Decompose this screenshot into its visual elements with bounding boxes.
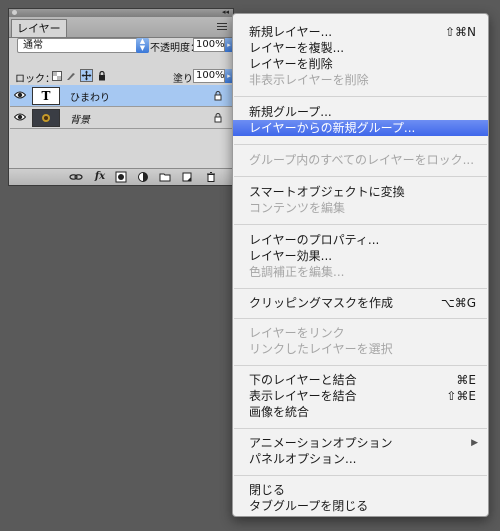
menu-item-link-layers[interactable]: レイヤーをリンク	[233, 325, 488, 341]
adjustment-icon[interactable]	[137, 171, 149, 183]
lock-brush-icon[interactable]	[66, 71, 76, 81]
menu-separator	[234, 365, 487, 366]
menu-item-merge-visible[interactable]: 表示レイヤーを結合 ⇧⌘E	[233, 388, 488, 404]
text-layer-thumbnail: T	[32, 87, 60, 105]
trash-icon[interactable]	[205, 171, 217, 183]
menu-item-panel-options[interactable]: パネルオプション...	[233, 451, 488, 467]
new-layer-icon[interactable]	[181, 171, 193, 183]
menu-item-label: 新規レイヤー...	[249, 25, 333, 39]
menu-item-animation-options[interactable]: アニメーションオプション ▶	[233, 435, 488, 451]
menu-item-new-group-from-layers[interactable]: レイヤーからの新規グループ...	[233, 120, 488, 136]
menu-item-close-tab-group[interactable]: タブグループを閉じる	[233, 498, 488, 514]
tab-layers[interactable]: レイヤー	[11, 19, 67, 37]
menu-item-close[interactable]: 閉じる	[233, 482, 488, 498]
shortcut-label: ⌘E	[456, 373, 476, 387]
menu-separator	[234, 176, 487, 177]
submenu-arrow-icon: ▶	[471, 438, 478, 448]
menu-item-create-clipping-mask[interactable]: クリッピングマスクを作成 ⌥⌘G	[233, 295, 488, 311]
menu-separator	[234, 475, 487, 476]
menu-item-lock-all-layers-in-group[interactable]: グループ内のすべてのレイヤーをロック...	[233, 152, 488, 168]
layer-lock-icon	[214, 113, 222, 123]
opacity-input[interactable]: 100%	[193, 38, 225, 52]
menu-separator	[234, 428, 487, 429]
menu-separator	[234, 96, 487, 97]
menu-separator	[234, 144, 487, 145]
panel-menu-icon[interactable]	[215, 20, 229, 34]
menu-item-edit-adjustment[interactable]: 色調補正を編集...	[233, 264, 488, 280]
blend-mode-select[interactable]: 通常 ▲ ▼	[17, 38, 149, 53]
menu-item-convert-to-smart-object[interactable]: スマートオブジェクトに変換	[233, 184, 488, 200]
shortcut-label: ⌥⌘G	[440, 296, 476, 310]
menu-item-layer-properties[interactable]: レイヤーのプロパティ...	[233, 232, 488, 248]
panel-bottom-bar: fx	[9, 168, 233, 185]
layer-name[interactable]: 背景	[70, 111, 90, 126]
menu-item-label: 下のレイヤーと結合	[249, 373, 357, 387]
layer-row-background[interactable]: 背景	[10, 107, 234, 129]
menu-separator	[234, 318, 487, 319]
menu-item-flatten-image[interactable]: 画像を統合	[233, 404, 488, 420]
menu-item-delete-layer[interactable]: レイヤーを削除	[233, 56, 488, 72]
fx-icon[interactable]: fx	[94, 171, 106, 183]
lock-all-icon[interactable]	[97, 71, 107, 81]
blend-mode-value: 通常	[23, 40, 43, 51]
menu-item-delete-hidden-layers[interactable]: 非表示レイヤーを削除	[233, 72, 488, 88]
lock-label: ロック：	[15, 74, 55, 85]
layers-panel-menu: 新規レイヤー... ⇧⌘N レイヤーを複製... レイヤーを削除 非表示レイヤー…	[232, 13, 489, 517]
mask-icon[interactable]	[115, 171, 127, 183]
shortcut-label: ⇧⌘E	[446, 389, 476, 403]
menu-item-new-layer[interactable]: 新規レイヤー... ⇧⌘N	[233, 24, 488, 40]
menu-item-label: クリッピングマスクを作成	[249, 296, 394, 310]
image-layer-thumbnail	[32, 109, 60, 127]
visibility-eye-icon[interactable]	[14, 90, 26, 100]
menu-item-duplicate-layer[interactable]: レイヤーを複製...	[233, 40, 488, 56]
layers-panel: ◂◂ レイヤー 通常 ▲ ▼ 不透明度： 100% ▸ ロック： 塗り： 100%…	[8, 8, 234, 186]
menu-item-select-linked-layers[interactable]: リンクしたレイヤーを選択	[233, 341, 488, 357]
menu-item-label: アニメーションオプション	[249, 436, 393, 450]
menu-item-label: 表示レイヤーを結合	[249, 389, 357, 403]
menu-separator	[234, 224, 487, 225]
menu-item-new-group[interactable]: 新規グループ...	[233, 104, 488, 120]
shortcut-label: ⇧⌘N	[444, 25, 476, 39]
menu-separator	[234, 288, 487, 289]
lock-transparent-icon[interactable]	[52, 71, 62, 81]
fill-input[interactable]: 100%	[193, 69, 225, 83]
panel-close-icon[interactable]	[12, 10, 17, 15]
menu-item-merge-down[interactable]: 下のレイヤーと結合 ⌘E	[233, 372, 488, 388]
menu-item-edit-contents[interactable]: コンテンツを編集	[233, 200, 488, 216]
layer-name[interactable]: ひまわり	[70, 89, 110, 104]
group-folder-icon[interactable]	[159, 171, 171, 183]
collapse-arrows-icon[interactable]: ◂◂	[222, 7, 229, 17]
menu-item-layer-effects[interactable]: レイヤー効果...	[233, 248, 488, 264]
lock-move-icon[interactable]	[80, 69, 93, 82]
panel-tab-row: レイヤー	[9, 17, 233, 38]
layer-lock-icon	[214, 91, 222, 101]
visibility-eye-icon[interactable]	[14, 112, 26, 122]
select-arrows-icon: ▲ ▼	[136, 38, 149, 53]
link-icon[interactable]	[69, 171, 83, 183]
layer-row-himawari[interactable]: T ひまわり	[10, 85, 234, 107]
sunflower-thumbnail-icon	[33, 110, 59, 126]
